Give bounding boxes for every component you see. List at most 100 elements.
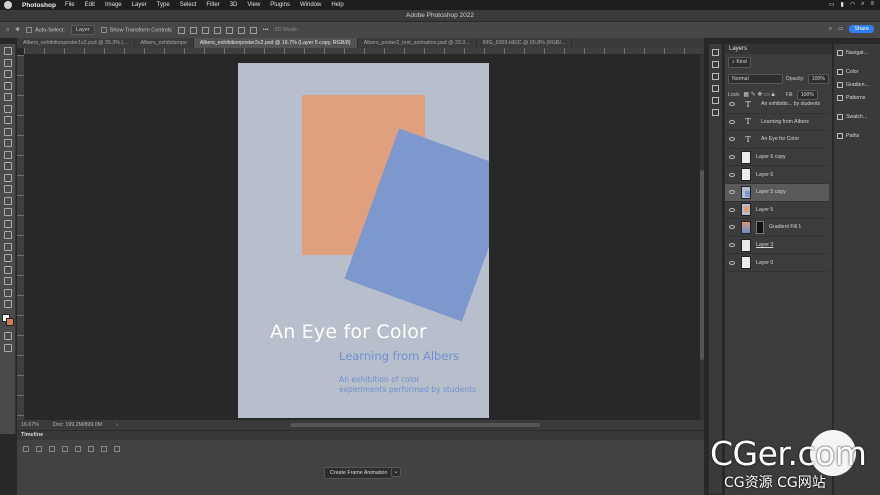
- libraries-icon[interactable]: [712, 85, 719, 92]
- menu-file[interactable]: File: [65, 2, 75, 8]
- layer-row[interactable]: Gradient Fill 1: [725, 219, 829, 237]
- character-icon[interactable]: [712, 109, 719, 116]
- search-icon[interactable]: ⌕: [829, 26, 832, 33]
- menu-edit[interactable]: Edit: [85, 2, 95, 8]
- poster-body[interactable]: An exhibition of color experiments perfo…: [339, 375, 476, 395]
- zoom-level[interactable]: 16.67%: [21, 422, 39, 428]
- visibility-eye-icon[interactable]: [729, 225, 735, 230]
- path-selection-icon[interactable]: [3, 254, 12, 262]
- vertical-scroll-thumb[interactable]: [700, 170, 704, 360]
- menu-view[interactable]: View: [247, 2, 260, 8]
- canvas-area[interactable]: An Eye for Color Learning from Albers An…: [24, 55, 700, 420]
- first-frame-icon[interactable]: [23, 446, 29, 452]
- blend-mode-dropdown[interactable]: Normal: [728, 74, 783, 84]
- create-frame-animation-button[interactable]: Create Frame Animation: [324, 467, 394, 479]
- settings-icon[interactable]: [88, 446, 94, 452]
- layer-row[interactable]: Layer 6 copy: [725, 149, 829, 167]
- horizontal-ruler[interactable]: [24, 48, 704, 55]
- layer-row[interactable]: T Learning from Albers: [725, 114, 829, 132]
- clone-stamp-icon[interactable]: [3, 162, 12, 170]
- dodge-tool-icon[interactable]: [3, 219, 12, 228]
- control-center-icon[interactable]: ≡: [870, 1, 874, 8]
- visibility-eye-icon[interactable]: [729, 137, 735, 142]
- home-icon[interactable]: ⌂: [6, 27, 9, 33]
- auto-select-dropdown[interactable]: Layer: [70, 25, 95, 35]
- visibility-eye-icon[interactable]: [729, 243, 735, 248]
- menu-plugins[interactable]: Plugins: [270, 2, 290, 8]
- visibility-eye-icon[interactable]: [729, 155, 735, 160]
- gradient-tool-icon[interactable]: [3, 196, 12, 205]
- visibility-eye-icon[interactable]: [729, 172, 735, 177]
- magic-wand-icon[interactable]: [3, 93, 12, 101]
- search-icon[interactable]: ⌕: [861, 1, 864, 8]
- poster-title[interactable]: An Eye for Color: [270, 321, 427, 343]
- layers-panel-title[interactable]: Layers: [725, 44, 832, 54]
- visibility-eye-icon[interactable]: [729, 119, 735, 124]
- history-icon[interactable]: [712, 49, 719, 56]
- visibility-eye-icon[interactable]: [729, 260, 735, 265]
- auto-select-checkbox[interactable]: [25, 26, 32, 33]
- menu-layer[interactable]: Layer: [132, 2, 147, 8]
- color-panel-tab[interactable]: Color: [834, 67, 880, 76]
- layer-row[interactable]: Layer 6: [725, 166, 829, 184]
- brush-tool-icon[interactable]: [3, 150, 12, 159]
- play-icon[interactable]: [49, 446, 55, 452]
- align-left-icon[interactable]: [177, 26, 185, 34]
- tab-document-2[interactable]: Albers_exhibitionpo: [135, 38, 194, 48]
- transform-controls-checkbox[interactable]: [100, 26, 107, 33]
- more-tools-icon[interactable]: [3, 300, 12, 308]
- patterns-panel-tab[interactable]: Patterns: [834, 93, 880, 102]
- align-top-icon[interactable]: [213, 26, 221, 34]
- frame-tool-icon[interactable]: [3, 116, 12, 124]
- visibility-eye-icon[interactable]: [729, 190, 735, 195]
- vertical-ruler[interactable]: [17, 55, 24, 420]
- screen-mode-icon[interactable]: [3, 343, 12, 352]
- quick-mask-icon[interactable]: [3, 332, 12, 340]
- blur-tool-icon[interactable]: [3, 208, 12, 216]
- display-icon[interactable]: ▭: [829, 1, 835, 8]
- type-tool-icon[interactable]: [3, 242, 12, 251]
- menu-app-name[interactable]: Photoshop: [22, 2, 56, 9]
- prev-frame-icon[interactable]: [36, 446, 42, 452]
- shape-tool-icon[interactable]: [3, 265, 12, 274]
- vertical-scrollbar[interactable]: [700, 55, 704, 420]
- distribute-icon[interactable]: [249, 26, 257, 34]
- zoom-tool-icon[interactable]: [3, 288, 12, 297]
- eyedropper-icon[interactable]: [3, 127, 12, 136]
- apple-icon[interactable]: [4, 1, 12, 9]
- tab-document-4[interactable]: Albers_poster2_test_animation.psd @ 33.3…: [358, 38, 477, 48]
- color-swatches[interactable]: [1, 314, 14, 326]
- healing-brush-icon[interactable]: [3, 139, 12, 147]
- swatches-panel-tab[interactable]: Swatch...: [834, 112, 880, 121]
- next-frame-icon[interactable]: [62, 446, 68, 452]
- align-right-icon[interactable]: [201, 26, 209, 34]
- visibility-eye-icon[interactable]: [729, 207, 735, 212]
- layer-row[interactable]: Layer 0: [725, 254, 829, 272]
- pen-tool-icon[interactable]: [3, 231, 12, 239]
- doc-size[interactable]: Doc: 199.2M/899.0M: [53, 422, 102, 428]
- menu-filter[interactable]: Filter: [206, 2, 219, 8]
- chevron-down-icon[interactable]: ⌄: [391, 467, 401, 477]
- history-brush-icon[interactable]: [3, 173, 12, 182]
- play-actions-icon[interactable]: [712, 61, 719, 68]
- kind-filter-dropdown[interactable]: ⌕ Kind: [728, 57, 751, 68]
- menu-type[interactable]: Type: [157, 2, 170, 8]
- paths-panel-tab[interactable]: Paths: [834, 131, 880, 140]
- poster-subtitle[interactable]: Learning from Albers: [339, 349, 459, 363]
- menu-help[interactable]: Help: [331, 2, 343, 8]
- opacity-field[interactable]: 100%: [807, 74, 829, 84]
- layer-row[interactable]: T An Eye for Color: [725, 131, 829, 149]
- status-chevron-icon[interactable]: ›: [116, 422, 118, 428]
- menu-window[interactable]: Window: [300, 2, 321, 8]
- hand-tool-icon[interactable]: [3, 277, 12, 285]
- audio-icon[interactable]: [75, 446, 81, 452]
- tab-document-5[interactable]: IMG_6059.HEIC @ 65.8% (RGB/...: [477, 38, 573, 48]
- layer-row[interactable]: Layer 3: [725, 237, 829, 255]
- align-bottom-icon[interactable]: [237, 26, 245, 34]
- move-tool-icon[interactable]: [3, 47, 12, 55]
- battery-icon[interactable]: ▮: [841, 1, 844, 8]
- workspace-icon[interactable]: ▭: [838, 26, 843, 32]
- share-button[interactable]: Share: [849, 25, 874, 33]
- layer-row-selected[interactable]: Layer 5 copy: [725, 183, 829, 202]
- visibility-eye-icon[interactable]: [729, 102, 735, 107]
